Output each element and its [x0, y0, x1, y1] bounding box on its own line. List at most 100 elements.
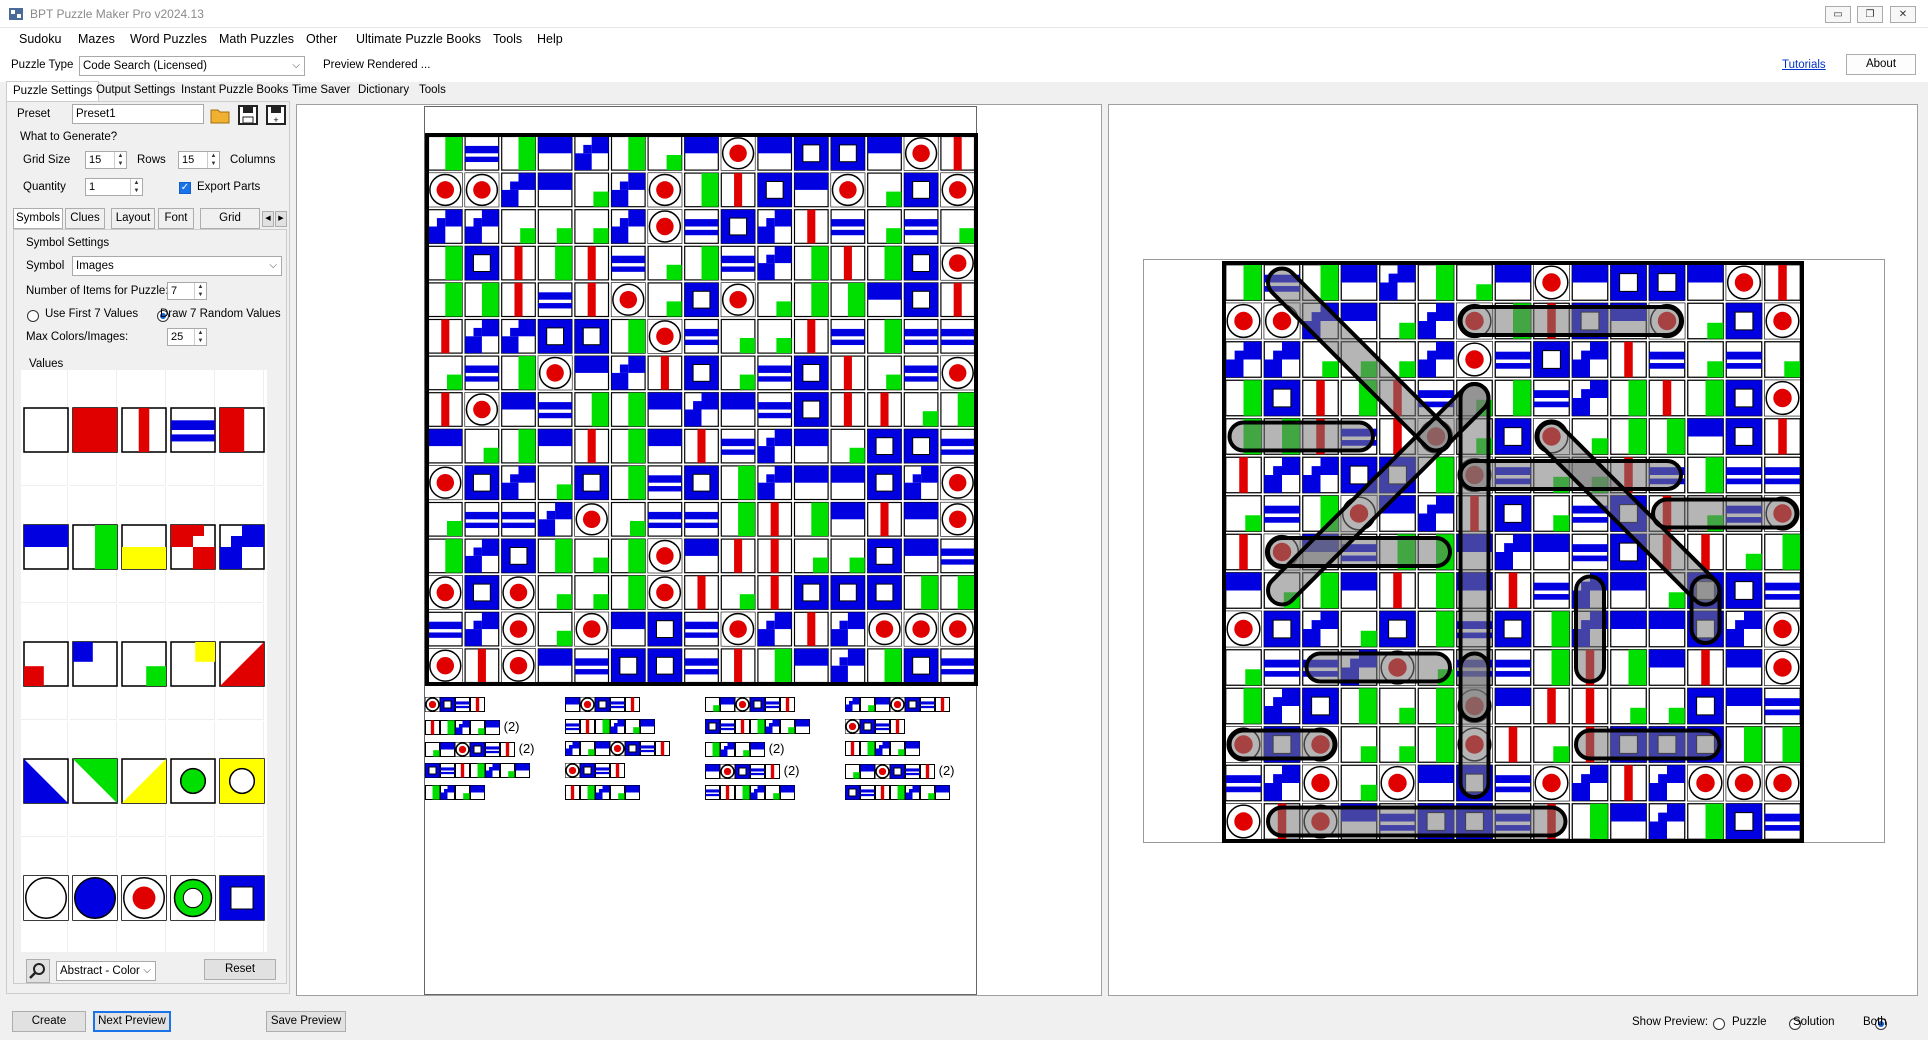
- save-preview-button[interactable]: Save Preview: [266, 1011, 346, 1032]
- value-cell[interactable]: [21, 604, 69, 720]
- value-cell[interactable]: [119, 487, 167, 603]
- value-cell[interactable]: [119, 370, 167, 486]
- grid-cell: [940, 392, 976, 427]
- use-first-radio[interactable]: [27, 309, 39, 322]
- clue-item: [425, 785, 485, 801]
- grid-cell: [574, 135, 610, 171]
- grid-cell: [757, 318, 793, 354]
- tutorials-link[interactable]: Tutorials: [1782, 59, 1826, 71]
- tab-puzzle-settings[interactable]: Puzzle Settings: [6, 81, 100, 101]
- grid-cell: [501, 611, 536, 647]
- symbol-select[interactable]: Images ⌵: [72, 256, 282, 276]
- green-stripe-icon: [72, 524, 118, 570]
- close-button[interactable]: ✕: [1890, 6, 1916, 23]
- search-icon[interactable]: [26, 959, 50, 983]
- menu-sudoku[interactable]: Sudoku: [19, 32, 61, 46]
- value-cell[interactable]: [70, 838, 118, 954]
- menu-tools[interactable]: Tools: [493, 32, 522, 46]
- grid-cell: [537, 318, 573, 354]
- value-cell[interactable]: [217, 838, 265, 954]
- export-parts-checkbox[interactable]: ✓: [179, 182, 191, 194]
- tab-tools[interactable]: Tools: [413, 81, 452, 101]
- value-cell[interactable]: [70, 721, 118, 837]
- value-cell[interactable]: [217, 604, 265, 720]
- grid-cell: [1302, 764, 1339, 802]
- value-cell[interactable]: [217, 370, 265, 486]
- value-cell[interactable]: [119, 838, 167, 954]
- grid-cell: [1225, 649, 1262, 686]
- clue-symbols: [565, 741, 670, 757]
- grid-cell: [940, 135, 976, 171]
- grid-cell: [1725, 764, 1763, 802]
- blue-circle-icon: [72, 875, 118, 921]
- next-preview-button[interactable]: Next Preview: [93, 1011, 171, 1032]
- preview-puzzle-radio[interactable]: [1713, 1017, 1725, 1030]
- tab-time-saver[interactable]: Time Saver: [286, 81, 356, 101]
- value-cell[interactable]: [119, 721, 167, 837]
- value-cell[interactable]: [21, 487, 69, 603]
- subtab-symbols[interactable]: Symbols: [13, 208, 63, 229]
- value-cell[interactable]: [21, 721, 69, 837]
- grid-cell: [1456, 341, 1493, 378]
- value-cell[interactable]: [217, 487, 265, 603]
- save-icon[interactable]: [237, 104, 259, 126]
- value-cell[interactable]: [21, 370, 69, 486]
- grid-cell: [867, 465, 902, 501]
- grid-cell: [720, 318, 756, 354]
- grid-cell: [684, 428, 719, 464]
- reset-button[interactable]: Reset: [204, 959, 276, 980]
- grid-cell: [1225, 572, 1262, 609]
- grid-cell: [464, 209, 500, 244]
- grid-cell: [464, 245, 500, 281]
- subtab-grid-styling[interactable]: Grid Styling: [200, 208, 260, 229]
- minimize-button[interactable]: ▭: [1825, 6, 1851, 23]
- menu-other[interactable]: Other: [306, 32, 337, 46]
- blue-square-icon: [219, 875, 265, 921]
- menu-ultimate-puzzle-books[interactable]: Ultimate Puzzle Books: [356, 32, 481, 46]
- tab-scroll-left[interactable]: ◀: [262, 211, 274, 227]
- create-button[interactable]: Create: [12, 1011, 86, 1032]
- value-cell[interactable]: [70, 370, 118, 486]
- save-as-icon[interactable]: +: [265, 104, 287, 126]
- value-cell[interactable]: [217, 721, 265, 837]
- tab-output-settings[interactable]: Output Settings: [90, 81, 181, 101]
- puzzle-type-select[interactable]: Code Search (Licensed) ⌵: [79, 56, 305, 76]
- grid-cell: [1417, 302, 1455, 340]
- value-cell[interactable]: [70, 604, 118, 720]
- subtab-font[interactable]: Font: [158, 208, 194, 229]
- value-cell[interactable]: [168, 487, 216, 603]
- grid-cell: [1417, 341, 1455, 378]
- value-cell[interactable]: [168, 721, 216, 837]
- rows-spinner[interactable]: 15 ▲ ▼: [85, 151, 127, 169]
- grid-cell: [1687, 456, 1724, 494]
- value-cell[interactable]: [119, 604, 167, 720]
- grid-cell: [684, 465, 719, 501]
- columns-spinner[interactable]: 15 ▲ ▼: [178, 151, 220, 169]
- value-cell[interactable]: [168, 838, 216, 954]
- tab-dictionary[interactable]: Dictionary: [352, 81, 415, 101]
- preview-puzzle-label: Puzzle: [1732, 1016, 1767, 1028]
- menu-math-puzzles[interactable]: Math Puzzles: [219, 32, 294, 46]
- max-colors-spinner[interactable]: 25 ▲ ▼: [167, 328, 207, 346]
- value-cell[interactable]: [168, 370, 216, 486]
- restore-button[interactable]: ❐: [1857, 6, 1883, 23]
- tab-scroll-right[interactable]: ▶: [275, 211, 287, 227]
- theme-select[interactable]: Abstract - Color ⌵: [56, 961, 156, 981]
- grid-cell: [647, 135, 683, 171]
- menu-help[interactable]: Help: [537, 32, 563, 46]
- preset-input[interactable]: Preset1: [72, 104, 204, 124]
- value-cell[interactable]: [21, 838, 69, 954]
- menu-word-puzzles[interactable]: Word Puzzles: [130, 32, 207, 46]
- subtab-layout[interactable]: Layout: [111, 208, 155, 229]
- grid-cell: [830, 501, 866, 537]
- about-button[interactable]: About: [1846, 54, 1916, 75]
- value-cell[interactable]: [168, 604, 216, 720]
- value-cell[interactable]: [70, 487, 118, 603]
- quantity-spinner[interactable]: 1 ▲ ▼: [85, 178, 143, 196]
- menu-mazes[interactable]: Mazes: [78, 32, 115, 46]
- grid-cell: [1764, 687, 1801, 725]
- num-items-spinner[interactable]: 7 ▲ ▼: [167, 282, 207, 300]
- open-folder-icon[interactable]: [209, 104, 231, 126]
- tab-instant-puzzle-books[interactable]: Instant Puzzle Books: [175, 81, 294, 101]
- subtab-clues[interactable]: Clues: [65, 208, 105, 229]
